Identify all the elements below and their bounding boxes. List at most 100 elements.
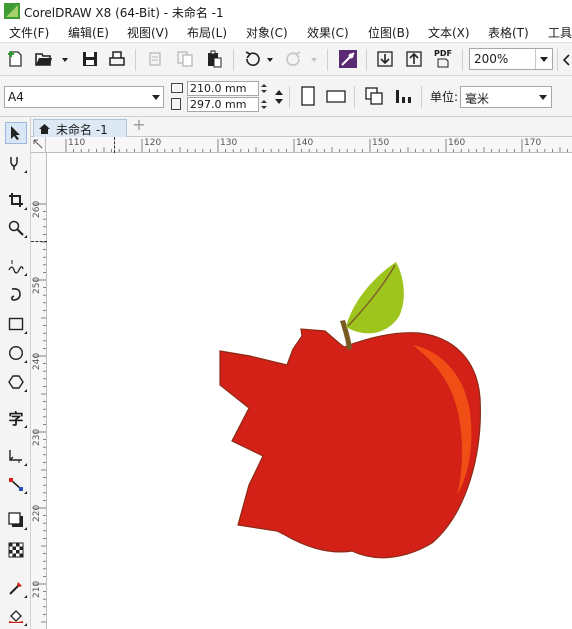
menu-view[interactable]: 视图(V) xyxy=(127,24,169,41)
flyout-arrow-icon xyxy=(24,595,27,598)
current-page-button[interactable] xyxy=(393,86,413,106)
ruler-label: 170 xyxy=(524,138,542,148)
flyout-arrow-icon xyxy=(24,207,27,210)
menu-tools[interactable]: 工具 xyxy=(548,24,572,41)
toolbox: 字 xyxy=(0,117,31,629)
zoom-level-combo[interactable]: 200% xyxy=(469,48,553,70)
menu-bitmaps[interactable]: 位图(B) xyxy=(368,24,410,41)
pick-tool[interactable] xyxy=(5,122,27,144)
landscape-button[interactable] xyxy=(326,86,346,106)
save-button[interactable] xyxy=(80,49,100,69)
document-tab[interactable]: 未命名 -1 xyxy=(33,119,127,137)
connector-tool[interactable] xyxy=(5,473,27,495)
units-dropdown-icon[interactable] xyxy=(539,95,547,100)
landscape-page-icon xyxy=(326,90,346,103)
units-combo[interactable]: 毫米 xyxy=(460,86,552,108)
paste-button[interactable] xyxy=(204,49,224,69)
connector-icon xyxy=(9,478,23,491)
menu-layout[interactable]: 布局(L) xyxy=(187,24,227,41)
drop-shadow-tool[interactable] xyxy=(5,509,27,531)
undo-icon xyxy=(245,51,260,66)
portrait-page-icon xyxy=(301,86,315,106)
page-width-field[interactable]: 210.0 mm xyxy=(187,81,259,96)
drawing-canvas[interactable] xyxy=(47,153,572,629)
cut-button[interactable] xyxy=(145,49,165,69)
menu-effects[interactable]: 效果(C) xyxy=(307,24,349,41)
drop-shadow-icon xyxy=(8,512,23,527)
lock-ratio-icon[interactable] xyxy=(275,90,283,104)
polygon-icon xyxy=(8,375,24,389)
window-title: CorelDRAW X8 (64-Bit) - 未命名 -1 xyxy=(24,6,224,20)
undo-dropdown-icon[interactable] xyxy=(267,58,273,62)
standard-toolbar: PDF 200% xyxy=(0,42,572,76)
toolbar-separator xyxy=(557,49,558,71)
zoom-level-value: 200% xyxy=(474,52,509,66)
ruler-label: 140 xyxy=(296,138,314,148)
page-width-icon xyxy=(171,83,183,93)
portrait-button[interactable] xyxy=(298,86,318,106)
shape-tool[interactable] xyxy=(5,152,27,174)
ellipse-tool[interactable] xyxy=(5,342,27,364)
add-document-tab-button[interactable]: + xyxy=(131,117,147,134)
rectangle-tool[interactable] xyxy=(5,313,27,335)
magnifier-icon xyxy=(8,220,24,236)
ruler-label: 230 xyxy=(32,428,42,446)
toolbar-separator xyxy=(327,49,328,71)
publish-to-pdf-button[interactable]: PDF xyxy=(432,49,454,69)
eyedropper-tool[interactable] xyxy=(5,577,27,599)
menu-object[interactable]: 对象(C) xyxy=(246,24,288,41)
open-dropdown-icon[interactable] xyxy=(62,58,68,62)
copy-button[interactable] xyxy=(175,49,195,69)
page-height-spinner[interactable] xyxy=(259,97,269,112)
open-button[interactable] xyxy=(34,49,54,69)
horizontal-ruler[interactable]: 110 120 130 140 150 160 170 xyxy=(46,137,572,153)
ruler-label: 160 xyxy=(448,138,466,148)
export-button[interactable] xyxy=(404,49,424,69)
units-label: 单位: xyxy=(430,90,459,104)
horizontal-guide-marker xyxy=(31,241,47,242)
redo-button[interactable] xyxy=(284,49,304,69)
paste-icon xyxy=(208,50,222,68)
ruler-label: 110 xyxy=(68,138,86,148)
vertical-ruler[interactable]: 260 250 240 230 220 210 xyxy=(31,153,47,629)
undo-button[interactable] xyxy=(242,49,262,69)
page-width-spinner[interactable] xyxy=(259,81,269,96)
menu-text[interactable]: 文本(X) xyxy=(428,24,470,41)
menu-edit[interactable]: 编辑(E) xyxy=(68,24,109,41)
ruler-label: 120 xyxy=(144,138,162,148)
title-bar: CorelDRAW X8 (64-Bit) - 未命名 -1 xyxy=(0,0,572,22)
redo-dropdown-icon[interactable] xyxy=(311,58,317,62)
zoom-dropdown-icon[interactable] xyxy=(535,49,552,69)
transparency-tool[interactable] xyxy=(5,539,27,561)
page-height-icon xyxy=(171,98,181,110)
ruler-label: 150 xyxy=(372,138,390,148)
menu-bar: 文件(F) 编辑(E) 视图(V) 布局(L) 对象(C) 效果(C) 位图(B… xyxy=(0,22,572,42)
text-tool[interactable]: 字 xyxy=(5,407,27,429)
menu-file[interactable]: 文件(F) xyxy=(9,24,49,41)
toolbar-separator xyxy=(233,49,234,71)
freehand-tool[interactable] xyxy=(5,255,27,277)
print-button[interactable] xyxy=(107,49,127,69)
crop-tool[interactable] xyxy=(5,189,27,211)
page-size-combo[interactable]: A4 xyxy=(4,86,164,108)
ruler-origin[interactable] xyxy=(31,137,46,153)
import-button[interactable] xyxy=(375,49,395,69)
zoom-tool[interactable] xyxy=(5,217,27,239)
toolbar-overflow-icon[interactable] xyxy=(563,54,571,66)
artistic-media-tool[interactable] xyxy=(5,283,27,305)
all-pages-button[interactable] xyxy=(364,86,384,106)
vertical-ruler-ticks xyxy=(33,203,46,623)
parallel-dimension-tool[interactable] xyxy=(5,445,27,467)
page-size-dropdown-icon[interactable] xyxy=(152,95,160,100)
eyedropper-icon xyxy=(9,582,22,595)
page-height-field[interactable]: 297.0 mm xyxy=(187,97,259,112)
menu-table[interactable]: 表格(T) xyxy=(488,24,529,41)
pointer-arrow-icon xyxy=(11,126,20,140)
fill-tool[interactable] xyxy=(5,605,27,627)
cut-icon xyxy=(149,52,161,66)
toolbar-separator xyxy=(366,49,367,71)
new-document-button[interactable] xyxy=(6,49,26,69)
apple-artwork[interactable] xyxy=(47,153,572,629)
search-content-button[interactable] xyxy=(338,49,358,69)
polygon-tool[interactable] xyxy=(5,371,27,393)
